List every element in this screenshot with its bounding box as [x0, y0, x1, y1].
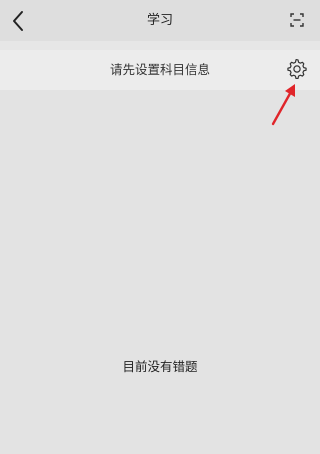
header-divider: [0, 41, 320, 50]
empty-state-message: 目前没有错题: [122, 359, 198, 374]
scan-button[interactable]: [288, 11, 306, 29]
scan-icon: [290, 13, 304, 27]
gear-icon: [287, 58, 307, 80]
top-nav-bar: 学习: [0, 0, 320, 41]
settings-button[interactable]: [285, 57, 309, 81]
page-title: 学习: [146, 13, 173, 28]
app-screen: 学习 请先设置科目信息 目前没有错题: [0, 0, 320, 454]
arrow-icon: [271, 84, 295, 126]
